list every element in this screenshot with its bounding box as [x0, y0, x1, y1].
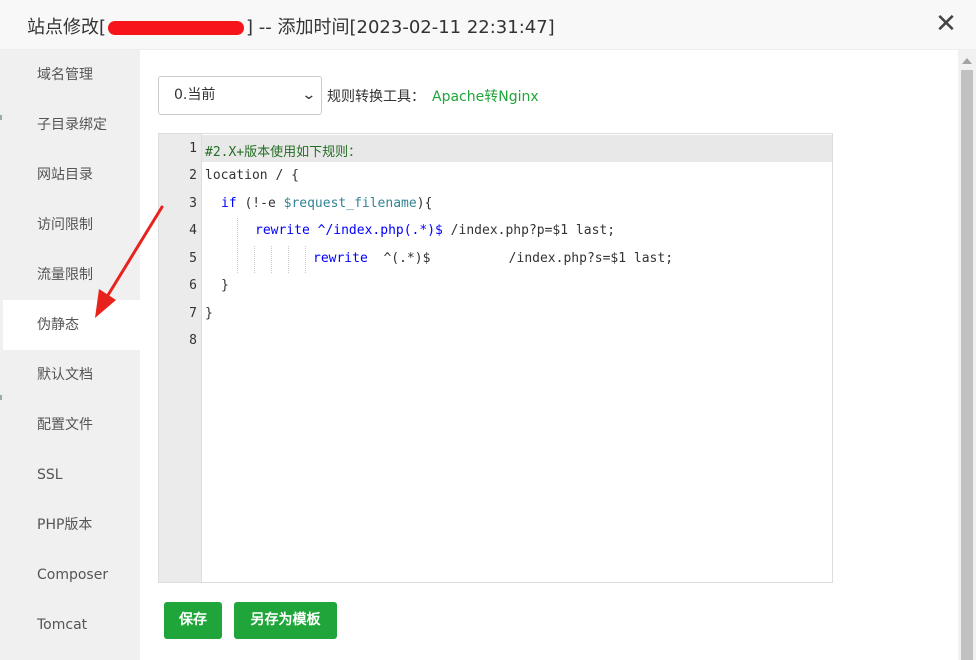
- title-prefix: 站点修改[: [27, 17, 107, 38]
- code-line-3: if (!-e $request_filename){: [221, 196, 432, 211]
- indent-guide: [237, 218, 238, 273]
- sidebar-item-composer[interactable]: Composer: [0, 550, 140, 600]
- scrollbar-thumb[interactable]: [961, 70, 973, 660]
- line-number: 5: [189, 251, 197, 266]
- sidebar-item-php-version[interactable]: PHP版本: [0, 500, 140, 550]
- code-keyword: if: [221, 196, 237, 211]
- code-text: ^(.*)$ /index.php?s=$1 last;: [367, 251, 674, 266]
- code-line-1: #2.X+版本使用如下规则：: [205, 145, 362, 160]
- code-text: /index.php?p=$1 last;: [442, 223, 616, 238]
- code-keyword: rewrite: [255, 223, 310, 238]
- rewrite-panel: 0.当前 ⌄ 规则转换工具： Apache转Nginx 1 2 3 4 5 6 …: [140, 50, 958, 660]
- settings-sidebar: 域名管理 子目录绑定 网站目录 访问限制 流量限制 伪静态 默认文档 配置文件 …: [0, 50, 140, 660]
- apache-to-nginx-link[interactable]: Apache转Nginx: [432, 86, 539, 106]
- save-button[interactable]: 保存: [164, 602, 222, 639]
- sidebar-item-config-file[interactable]: 配置文件: [0, 400, 140, 450]
- sidebar-item-traffic-limit[interactable]: 流量限制: [0, 250, 140, 300]
- code-variable: $request_filename: [283, 196, 417, 211]
- title-suffix: ] -- 添加时间[2023-02-11 22:31:47]: [246, 17, 555, 38]
- rewrite-rule-select[interactable]: 0.当前 ⌄: [158, 76, 322, 115]
- chevron-down-icon: ⌄: [301, 87, 317, 103]
- dialog-titlebar: 站点修改[ ] -- 添加时间[2023-02-11 22:31:47] ✕: [0, 0, 976, 50]
- save-as-template-button[interactable]: 另存为模板: [234, 602, 337, 639]
- sidebar-item-rewrite[interactable]: 伪静态: [3, 300, 140, 350]
- indent-guide: [305, 246, 306, 273]
- sidebar-item-access-limit[interactable]: 访问限制: [0, 200, 140, 250]
- site-edit-dialog: 站点修改[ ] -- 添加时间[2023-02-11 22:31:47] ✕ 域名…: [0, 0, 976, 660]
- line-number: 6: [189, 278, 197, 293]
- redacted-site-name: [108, 21, 245, 35]
- line-number: 3: [189, 196, 197, 211]
- code-line-6: }: [221, 278, 229, 293]
- indent-guide: [288, 246, 289, 273]
- indent-guide: [271, 246, 272, 273]
- indent-guide: [254, 246, 255, 273]
- rewrite-code-editor[interactable]: 1 2 3 4 5 6 7 8 #2.X+版本使用如下规则： location …: [158, 133, 833, 583]
- line-number: 2: [189, 168, 197, 183]
- code-line-5: rewrite ^(.*)$ /index.php?s=$1 last;: [313, 251, 673, 266]
- sidebar-item-default-doc[interactable]: 默认文档: [0, 350, 140, 400]
- rewrite-rule-select-value: 0.当前: [174, 87, 216, 103]
- code-regex: ^/index.php(.*)$: [309, 223, 443, 238]
- scroll-up-arrow-icon[interactable]: [962, 58, 972, 64]
- code-line-4: rewrite ^/index.php(.*)$ /index.php?p=$1…: [255, 223, 615, 238]
- sidebar-item-tomcat[interactable]: Tomcat: [0, 600, 140, 650]
- sidebar-item-domain[interactable]: 域名管理: [0, 50, 140, 100]
- line-number: 4: [189, 223, 197, 238]
- code-text: ){: [416, 196, 433, 211]
- close-icon[interactable]: ✕: [934, 11, 958, 37]
- line-number: 8: [189, 333, 197, 348]
- line-number: 7: [189, 306, 197, 321]
- code-text: (!-e: [236, 196, 284, 211]
- sidebar-item-ssl[interactable]: SSL: [0, 450, 140, 500]
- code-line-7: }: [205, 306, 213, 321]
- code-line-2: location / {: [205, 168, 299, 183]
- dialog-title: 站点修改[ ] -- 添加时间[2023-02-11 22:31:47]: [27, 13, 555, 39]
- rule-convert-tool-label: 规则转换工具：: [327, 89, 425, 105]
- sidebar-item-subdirectory[interactable]: 子目录绑定: [0, 100, 140, 150]
- page-scrollbar[interactable]: [958, 50, 976, 660]
- sidebar-item-site-directory[interactable]: 网站目录: [0, 150, 140, 200]
- line-number: 1: [189, 141, 197, 156]
- code-keyword: rewrite: [313, 251, 368, 266]
